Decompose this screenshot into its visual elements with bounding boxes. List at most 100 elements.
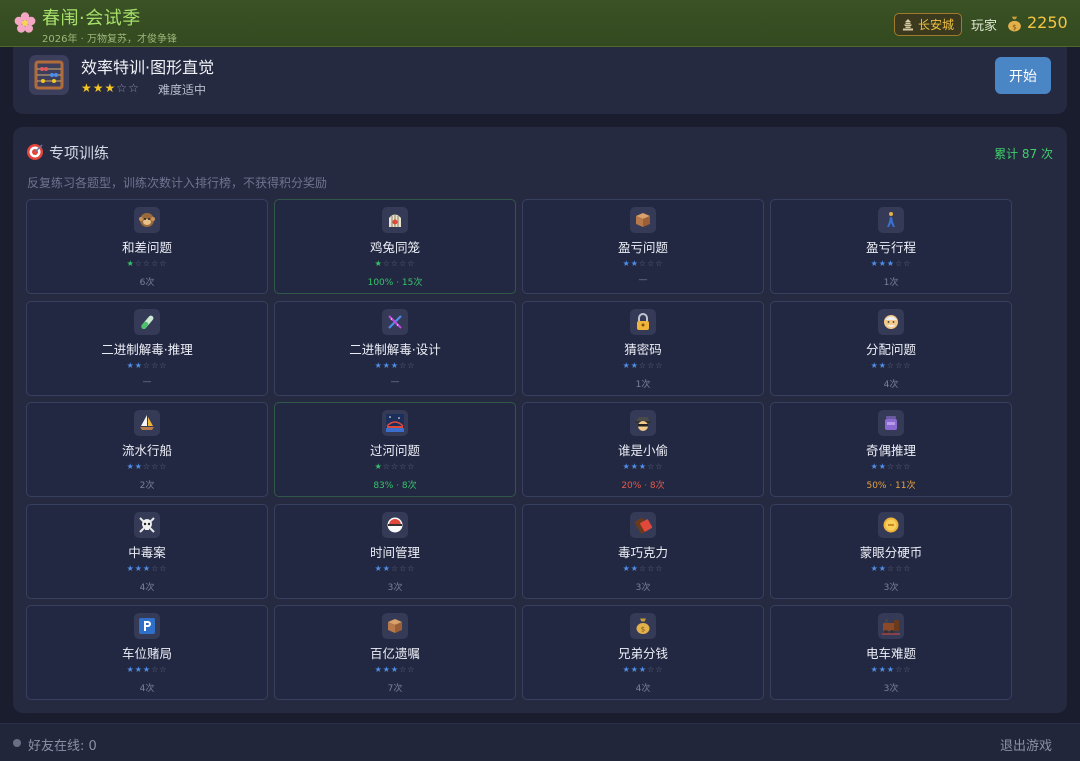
- training-card[interactable]: 二进制解毒·设计 ★★★☆☆ —: [274, 301, 516, 396]
- training-card-stat: —: [142, 377, 152, 387]
- star-empty: ☆: [134, 259, 143, 268]
- star-empty: ☆: [903, 259, 912, 268]
- lock-icon: [630, 309, 656, 335]
- player-name[interactable]: 玩家: [971, 15, 997, 34]
- city-badge[interactable]: 长安城: [894, 13, 963, 36]
- star-filled: ★: [622, 259, 631, 268]
- star-empty: ☆: [886, 361, 896, 370]
- star-filled: ★: [622, 564, 631, 573]
- test-tube-icon: [134, 309, 160, 335]
- star-empty: ☆: [159, 259, 168, 268]
- training-card[interactable]: 鸡兔同笼 ★☆☆☆☆ 100% · 15次: [274, 199, 516, 294]
- star-filled: ★: [622, 361, 631, 370]
- footer-bar: 好友在线: 0 退出游戏: [0, 723, 1080, 761]
- training-card[interactable]: 车位赌局 ★★★☆☆ 4次: [26, 605, 268, 700]
- training-card[interactable]: 二进制解毒·推理 ★★☆☆☆ —: [26, 301, 268, 396]
- training-card-stat: 3次: [883, 684, 899, 694]
- star-filled: ★: [622, 462, 631, 471]
- star-filled: ★: [630, 361, 639, 370]
- star-filled: ★: [104, 81, 117, 95]
- star-empty: ☆: [903, 665, 912, 674]
- training-card-stat: 1次: [635, 380, 651, 390]
- star-empty: ☆: [886, 462, 896, 471]
- training-card[interactable]: 中毒案 ★★★☆☆ 4次: [26, 504, 268, 599]
- svg-text:$: $: [1012, 22, 1017, 31]
- train-icon: [878, 613, 904, 639]
- training-card[interactable]: 盈亏问题 ★★☆☆☆ —: [522, 199, 764, 294]
- star-empty: ☆: [886, 564, 896, 573]
- featured-difficulty-label: 难度适中: [158, 83, 207, 97]
- panel-title: 专项训练: [49, 144, 110, 162]
- training-card[interactable]: 奇偶推理 ★★☆☆☆ 50% · 11次: [770, 402, 1012, 497]
- app-subtitle: 2026年 · 万物复苏，才俊争锋: [42, 34, 177, 45]
- top-bar: 春闱·会试季 2026年 · 万物复苏，才俊争锋 长安城 玩家 $ 2250: [0, 0, 1080, 47]
- star-filled: ★: [374, 564, 383, 573]
- training-card-stat: 7次: [387, 684, 403, 694]
- star-empty: ☆: [159, 361, 168, 370]
- training-card-stars: ★☆☆☆☆: [275, 462, 515, 471]
- star-empty: ☆: [407, 361, 416, 370]
- star-filled: ★: [878, 665, 887, 674]
- star-empty: ☆: [390, 564, 400, 573]
- star-empty: ☆: [638, 259, 648, 268]
- training-card-name: 过河问题: [369, 443, 420, 458]
- start-button[interactable]: 开始: [995, 57, 1051, 94]
- star-filled: ★: [630, 462, 639, 471]
- detective-icon: [630, 410, 656, 436]
- star-filled: ★: [126, 361, 135, 370]
- training-card[interactable]: 电车难题 ★★★☆☆ 3次: [770, 605, 1012, 700]
- training-card[interactable]: 流水行船 ★★☆☆☆ 2次: [26, 402, 268, 497]
- training-card[interactable]: 盈亏行程 ★★★☆☆ 1次: [770, 199, 1012, 294]
- star-empty: ☆: [407, 462, 416, 471]
- training-card-stars: ★★★☆☆: [275, 665, 515, 674]
- training-card-stars: ★★☆☆☆: [771, 462, 1011, 471]
- cherry-blossom-icon: [14, 12, 36, 33]
- training-card-stars: ★★★☆☆: [523, 665, 763, 674]
- star-filled: ★: [638, 462, 648, 471]
- star-filled: ★: [142, 665, 152, 674]
- star-filled: ★: [134, 564, 143, 573]
- star-empty: ☆: [407, 564, 416, 573]
- elder-icon: [878, 309, 904, 335]
- training-card-name: 盈亏问题: [617, 240, 668, 255]
- training-card[interactable]: 猜密码 ★★☆☆☆ 1次: [522, 301, 764, 396]
- star-empty: ☆: [128, 81, 140, 95]
- star-empty: ☆: [116, 81, 129, 95]
- star-filled: ★: [382, 564, 391, 573]
- training-card[interactable]: 分配问题 ★★☆☆☆ 4次: [770, 301, 1012, 396]
- training-card-stat: —: [390, 377, 400, 387]
- star-empty: ☆: [159, 564, 168, 573]
- training-card[interactable]: 百亿遗嘱 ★★★☆☆ 7次: [274, 605, 516, 700]
- star-filled: ★: [870, 462, 879, 471]
- star-empty: ☆: [382, 259, 391, 268]
- star-filled: ★: [886, 259, 896, 268]
- training-card-stat: 1次: [883, 278, 899, 288]
- star-filled: ★: [870, 361, 879, 370]
- training-card[interactable]: 蒙眼分硬币 ★★☆☆☆ 3次: [770, 504, 1012, 599]
- training-card[interactable]: 毒巧克力 ★★☆☆☆ 3次: [522, 504, 764, 599]
- star-filled: ★: [878, 259, 887, 268]
- training-card[interactable]: 和差问题 ★☆☆☆☆ 6次: [26, 199, 268, 294]
- box-icon: [630, 207, 656, 233]
- app-title: 春闱·会试季: [42, 8, 141, 29]
- training-card[interactable]: 过河问题 ★☆☆☆☆ 83% · 8次: [274, 402, 516, 497]
- star-filled: ★: [878, 462, 887, 471]
- money-bag-icon: $: [630, 613, 656, 639]
- training-card[interactable]: 时间管理 ★★☆☆☆ 3次: [274, 504, 516, 599]
- training-card[interactable]: $ 兄弟分钱 ★★★☆☆ 4次: [522, 605, 764, 700]
- jar-icon: [878, 410, 904, 436]
- friends-online[interactable]: 好友在线: 0: [28, 735, 97, 754]
- training-card-stars: ★★☆☆☆: [771, 564, 1011, 573]
- star-filled: ★: [126, 564, 135, 573]
- bridge-icon: [382, 410, 408, 436]
- star-empty: ☆: [638, 564, 648, 573]
- training-card-stat: 2次: [139, 481, 155, 491]
- training-card[interactable]: 谁是小偷 ★★★☆☆ 20% · 8次: [522, 402, 764, 497]
- star-empty: ☆: [159, 665, 168, 674]
- exit-game-link[interactable]: 退出游戏: [1000, 735, 1052, 754]
- star-empty: ☆: [142, 259, 152, 268]
- star-empty: ☆: [903, 462, 912, 471]
- training-card-name: 二进制解毒·设计: [349, 342, 441, 357]
- training-card-stars: ★★☆☆☆: [275, 564, 515, 573]
- star-filled: ★: [870, 665, 879, 674]
